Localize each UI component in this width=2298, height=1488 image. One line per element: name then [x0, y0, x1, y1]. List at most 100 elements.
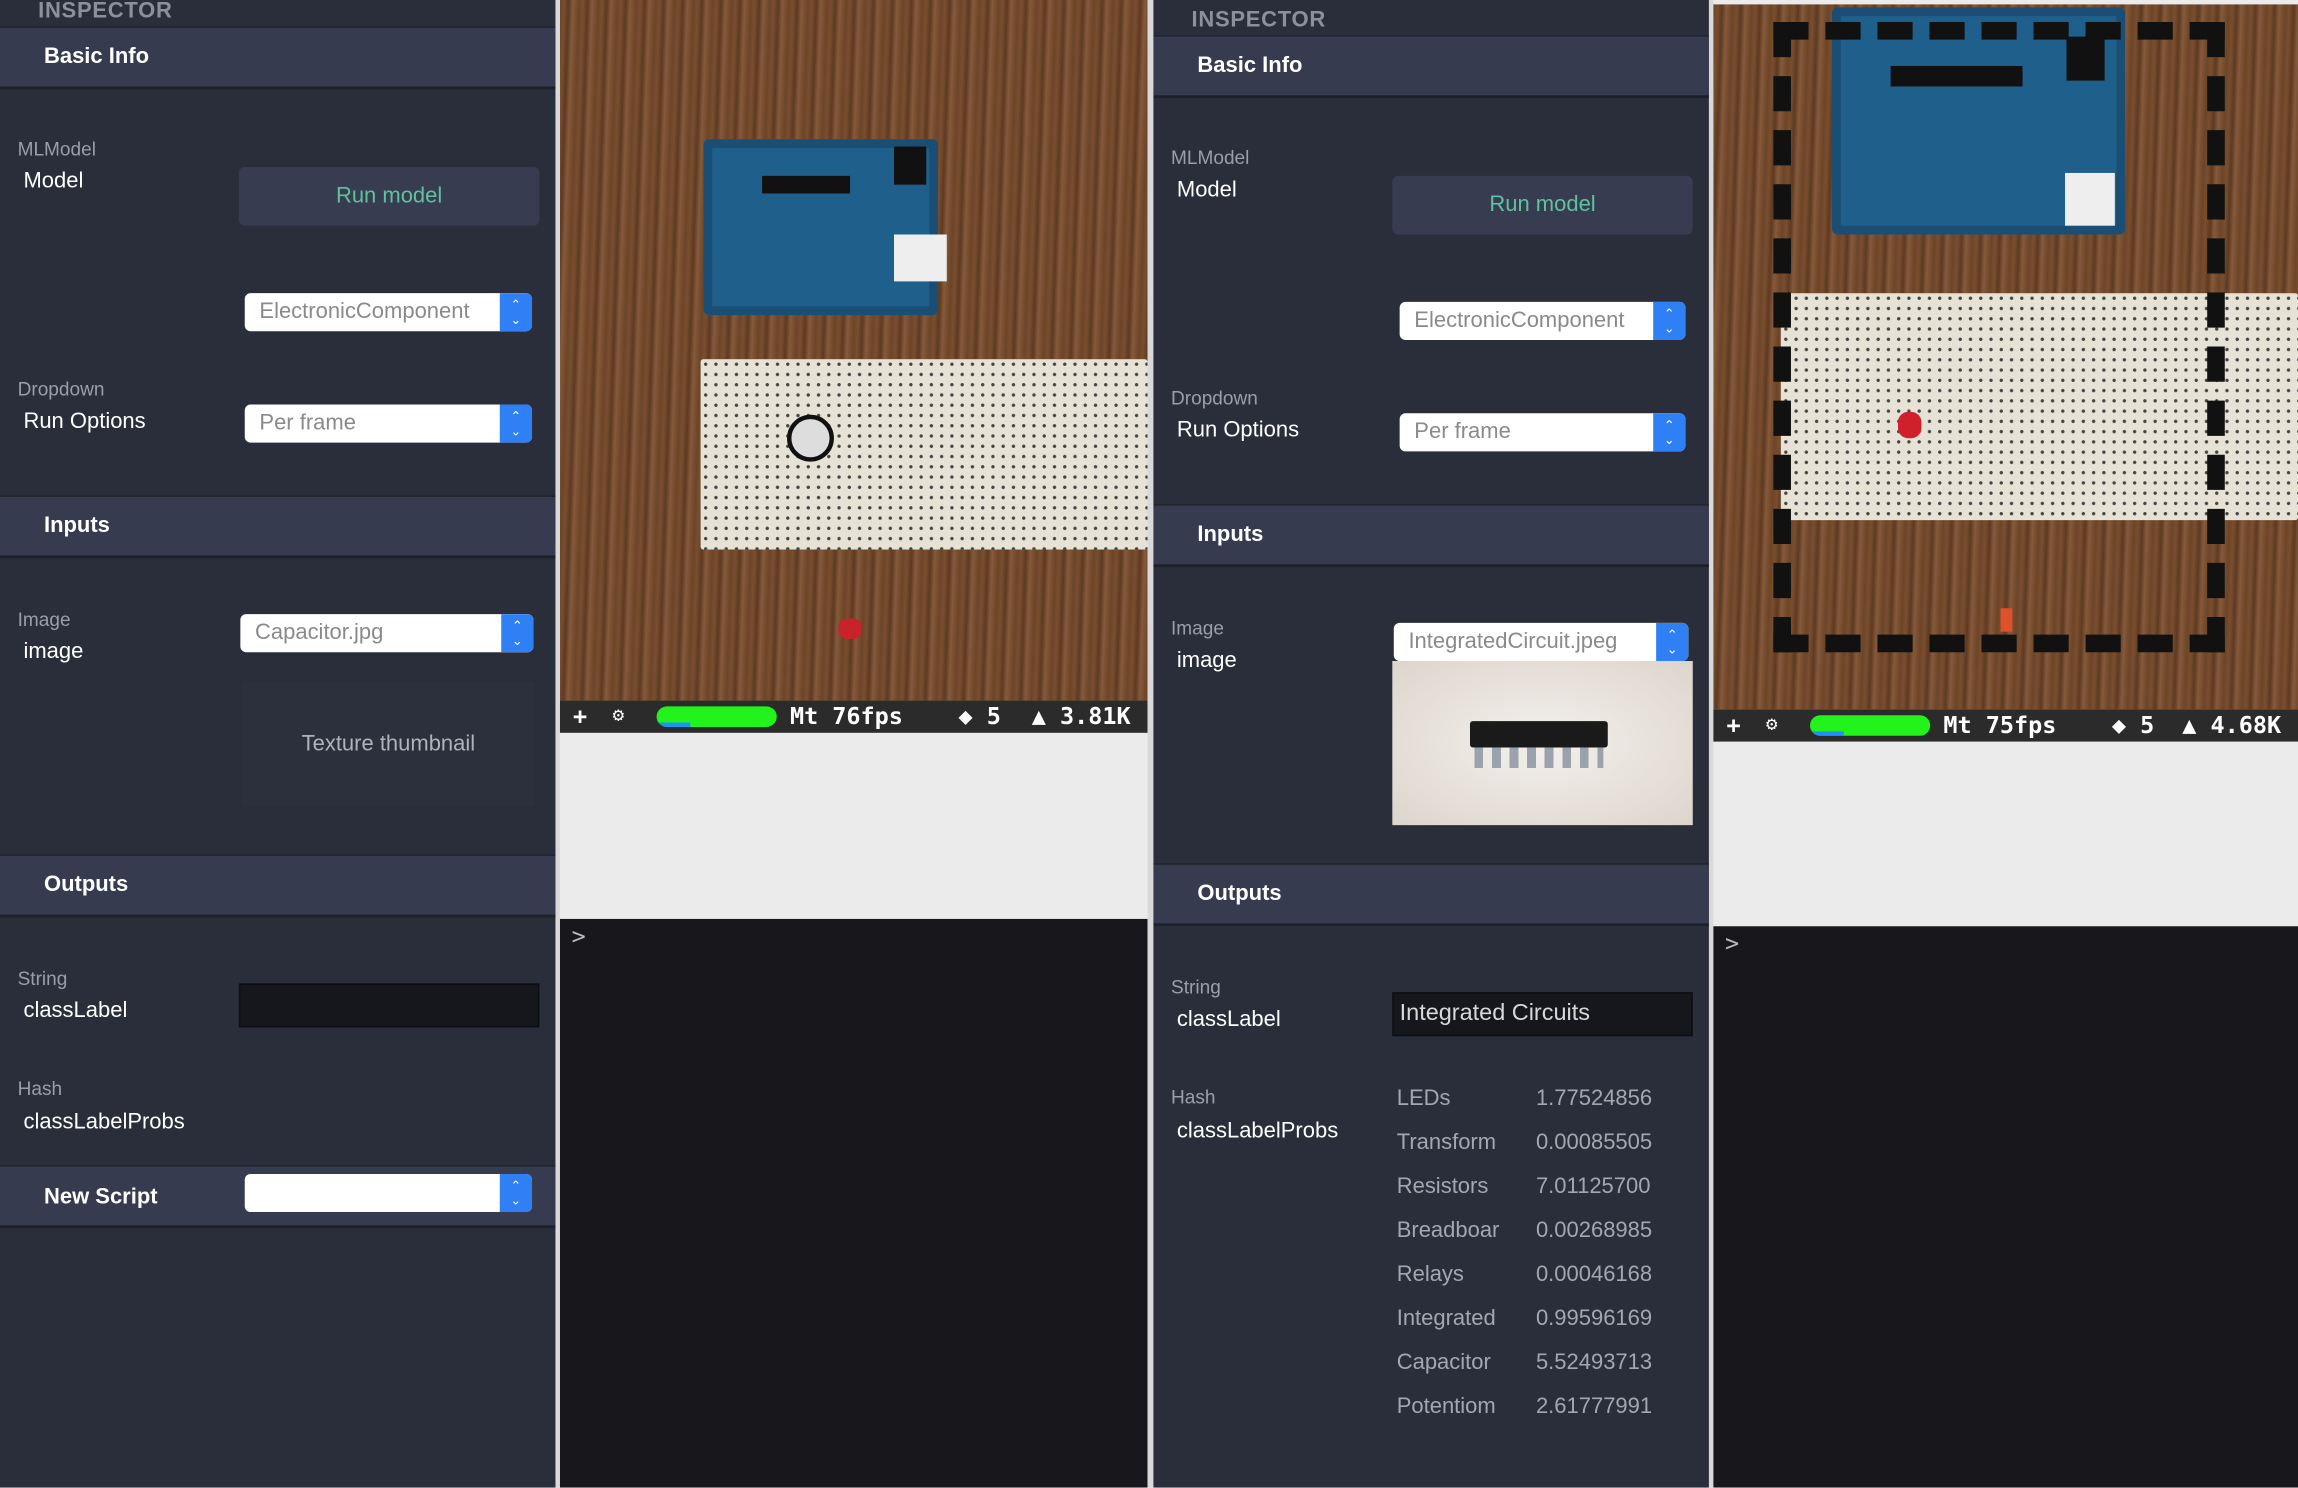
stepper-icon: ⌃ ⌄: [499, 404, 533, 443]
section-title: Basic Info: [43, 43, 150, 69]
new-script-select[interactable]: ⌃ ⌄: [244, 1173, 533, 1213]
usb-port: [894, 234, 947, 282]
class-label-probs-name: classLabelProbs: [23, 1109, 185, 1135]
input-image-preview: [1392, 660, 1693, 826]
stepper-icon: ⌃ ⌄: [1653, 413, 1686, 452]
inspector-panel-right: INSPECTOR Basic Info MLModel Model Run m…: [1153, 0, 1709, 1488]
class-label-name: classLabel: [23, 998, 128, 1023]
hash-type-label: Hash: [17, 1077, 63, 1100]
image-select[interactable]: IntegratedCircuit.jpeg ⌃ ⌄: [1393, 622, 1689, 661]
run-options-label: Run Options: [23, 408, 146, 434]
model-name-label: Model: [23, 168, 84, 194]
texture-thumbnail: Texture thumbnail: [241, 681, 535, 807]
inspector-title: INSPECTOR: [1191, 7, 1327, 33]
section-header-basic-info[interactable]: Basic Info: [0, 26, 556, 90]
section-title: Inputs: [43, 512, 110, 538]
run-model-button[interactable]: Run model: [1392, 175, 1693, 235]
console-prompt: >: [1725, 929, 1740, 958]
console-prompt: >: [571, 921, 586, 950]
prob-label: Breadboar: [1396, 1217, 1500, 1243]
run-options-label: Run Options: [1176, 417, 1300, 443]
prob-value: 5.52493713: [1535, 1349, 1653, 1375]
prob-label: Capacitor: [1396, 1349, 1491, 1375]
model-type-label: MLModel: [17, 137, 96, 160]
camera-photo[interactable]: [1713, 4, 2298, 710]
console[interactable]: >: [1713, 926, 2298, 1488]
prob-value: 7.01125700: [1535, 1173, 1651, 1199]
chip-pins: [1474, 747, 1604, 768]
section-header-outputs[interactable]: Outputs: [1153, 863, 1709, 927]
object-count: ◆ 5: [2111, 710, 2155, 739]
stats-bar: + ⚙ Mt 76fps ◆ 5 ▲ 3.81K: [559, 700, 1148, 733]
fps-readout: Mt 76fps: [789, 702, 903, 730]
object-count: ◆ 5: [958, 702, 1001, 730]
inspector-panel-left: INSPECTOR Basic Info MLModel Model Run m…: [0, 0, 556, 1488]
stats-bar: + ⚙ Mt 75fps ◆ 5 ▲ 4.68K: [1713, 709, 2298, 742]
camera-photo[interactable]: [559, 0, 1148, 701]
prob-value: 2.61777991: [1535, 1393, 1653, 1419]
image-type-label: Image: [1171, 617, 1224, 640]
prob-value: 0.00085505: [1535, 1129, 1653, 1155]
model-select[interactable]: ElectronicComponent ⌃ ⌄: [1399, 301, 1686, 341]
image-select-value: IntegratedCircuit.jpeg: [1408, 628, 1618, 654]
section-header-outputs[interactable]: Outputs: [0, 854, 556, 918]
fps-readout: Mt 75fps: [1943, 710, 2057, 739]
stepper-icon: ⌃ ⌄: [501, 614, 534, 653]
image-select[interactable]: Capacitor.jpg ⌃ ⌄: [240, 614, 534, 653]
section-header-inputs[interactable]: Inputs: [0, 495, 556, 559]
model-select-value: ElectronicComponent: [259, 298, 470, 324]
prob-label: Integrated: [1396, 1305, 1496, 1331]
gear-icon[interactable]: ⚙: [1766, 709, 1777, 741]
run-options-select[interactable]: Per frame ⌃ ⌄: [244, 404, 533, 443]
fps-progress-bar: [1810, 715, 1931, 736]
class-label-probs-name: classLabelProbs: [1176, 1118, 1339, 1144]
prob-value: 0.00268985: [1535, 1217, 1653, 1243]
model-name-label: Model: [1176, 177, 1237, 203]
section-header-basic-info[interactable]: Basic Info: [1153, 35, 1709, 99]
triangle-count: ▲ 4.68K: [2182, 710, 2282, 739]
triangle-count: ▲ 3.81K: [1031, 702, 1131, 730]
class-label-output: [238, 983, 540, 1028]
image-name-label: image: [1176, 647, 1237, 673]
arduino-board: [703, 139, 938, 316]
breadboard: [700, 359, 1148, 550]
model-select-value: ElectronicComponent: [1414, 307, 1625, 333]
dropdown-type-label: Dropdown: [1171, 386, 1258, 409]
image-type-label: Image: [17, 608, 71, 631]
class-label-output: Integrated Circuits: [1392, 992, 1693, 1037]
inspector-title: INSPECTOR: [38, 0, 173, 24]
hash-type-label: Hash: [1171, 1086, 1216, 1108]
image-select-value: Capacitor.jpg: [255, 619, 384, 645]
console[interactable]: >: [559, 918, 1148, 1488]
capacitor: [787, 414, 834, 462]
model-select[interactable]: ElectronicComponent ⌃ ⌄: [244, 293, 533, 332]
section-title: Outputs: [43, 872, 129, 897]
add-icon[interactable]: +: [573, 701, 587, 733]
dropdown-type-label: Dropdown: [17, 378, 105, 401]
prob-value: 0.00046168: [1535, 1261, 1653, 1287]
stepper-icon: ⌃ ⌄: [1653, 301, 1686, 341]
add-icon[interactable]: +: [1726, 709, 1740, 741]
section-title: New Script: [43, 1184, 158, 1210]
prob-label: Relays: [1396, 1261, 1464, 1287]
run-options-value: Per frame: [259, 410, 356, 436]
run-options-select[interactable]: Per frame ⌃ ⌄: [1399, 413, 1686, 452]
prob-label: Transform: [1396, 1129, 1497, 1155]
class-label-name: classLabel: [1176, 1006, 1281, 1032]
stepper-icon: ⌃ ⌄: [499, 293, 533, 332]
prob-label: LEDs: [1396, 1086, 1451, 1111]
section-header-inputs[interactable]: Inputs: [1153, 504, 1709, 568]
fps-progress-bar: [656, 706, 777, 727]
model-type-label: MLModel: [1171, 146, 1250, 169]
stepper-icon: ⌃ ⌄: [1656, 622, 1689, 661]
integrated-circuit-chip: [1469, 721, 1608, 748]
section-title: Inputs: [1197, 521, 1264, 547]
section-title: Basic Info: [1197, 52, 1303, 78]
prob-label: Resistors: [1396, 1173, 1489, 1199]
run-model-button[interactable]: Run model: [238, 167, 540, 226]
viewport-left: + ⚙ Mt 76fps ◆ 5 ▲ 3.81K >: [559, 0, 1148, 1488]
gear-icon[interactable]: ⚙: [613, 701, 624, 733]
image-name-label: image: [23, 639, 84, 664]
prob-label: Potentiom: [1396, 1393, 1496, 1419]
section-title: Outputs: [1197, 880, 1282, 906]
